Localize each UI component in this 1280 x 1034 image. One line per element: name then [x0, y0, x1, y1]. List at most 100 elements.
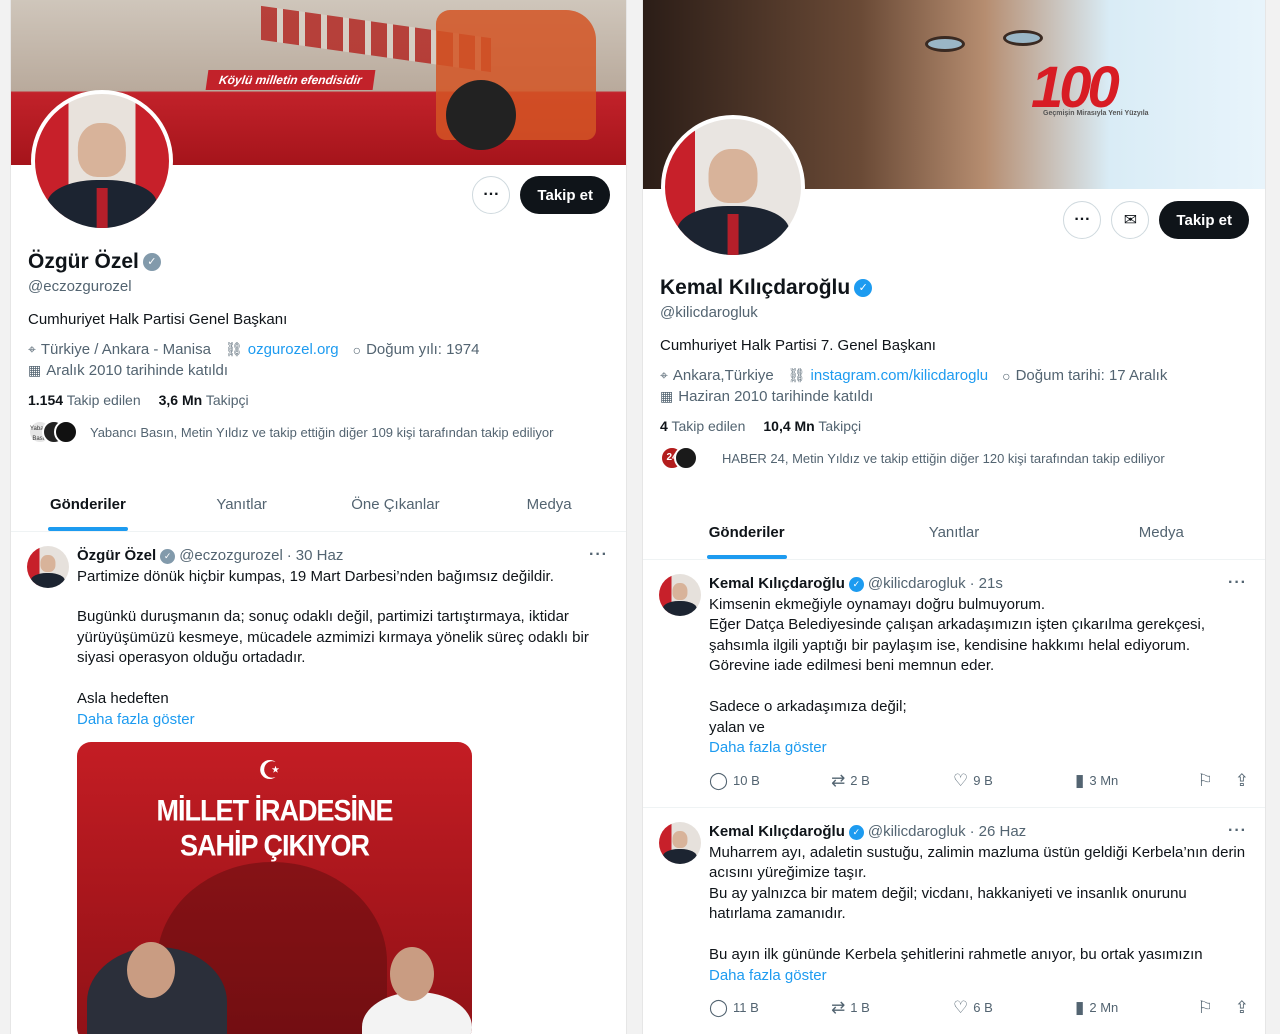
- banner-wheel-graphic: [446, 80, 516, 150]
- tweet-date[interactable]: 26 Haz: [979, 822, 1027, 843]
- tweet-author-name[interactable]: Kemal Kılıçdaroğlu: [709, 822, 845, 843]
- tweet-more-button[interactable]: ···: [1228, 574, 1247, 592]
- reply-button[interactable]: ◯ 10 B: [709, 771, 831, 792]
- tweet-author-handle[interactable]: @eczozgurozel: [179, 546, 283, 567]
- avatar-head: [672, 583, 688, 601]
- repost-count: 1 B: [850, 1000, 870, 1016]
- repost-button[interactable]: ⇄ 2 B: [831, 771, 953, 792]
- followed-by-text: Yabancı Basın, Metin Yıldız ve takip ett…: [90, 424, 554, 440]
- tab-replies[interactable]: Yanıtlar: [850, 508, 1057, 559]
- tab-highlights[interactable]: Öne Çıkanlar: [319, 480, 473, 531]
- profile-website-link[interactable]: ozgurozel.org: [248, 341, 339, 358]
- envelope-icon[interactable]: ✉: [1111, 201, 1150, 239]
- tab-media[interactable]: Medya: [472, 480, 626, 531]
- tweet-actions: ◯ 11 B ⇄ 1 B ♡ 6 B ▮ 2 Mn ⚐ ⇪: [709, 998, 1249, 1019]
- tweet-date[interactable]: 21s: [979, 574, 1003, 595]
- followers-count: 10,4 Mn: [763, 418, 815, 434]
- profile-avatar[interactable]: [31, 90, 173, 232]
- tweet-line: [77, 669, 610, 689]
- show-more-link[interactable]: Daha fazla göster: [709, 738, 1249, 759]
- tweet-author-handle[interactable]: @kilicdarogluk: [868, 574, 966, 595]
- tweet-line: Sadece o arkadaşımıza değil;: [709, 697, 907, 715]
- avatar-suit: [662, 848, 698, 864]
- balloon-icon: ○: [352, 341, 362, 358]
- tweet-avatar[interactable]: [27, 546, 69, 588]
- show-more-link[interactable]: Daha fazla göster: [77, 710, 610, 731]
- tweet-date[interactable]: 30 Haz: [296, 546, 344, 567]
- followed-by-row[interactable]: Yabancı Basın Yabancı Basın, Metin Yıldı…: [28, 420, 610, 444]
- balloon-icon: ○: [1002, 367, 1011, 384]
- avatar-tie: [727, 214, 739, 255]
- tweet-author-name[interactable]: Özgür Özel: [77, 546, 156, 567]
- tab-replies[interactable]: Yanıtlar: [165, 480, 319, 531]
- tweet-avatar[interactable]: [659, 574, 701, 616]
- crescent-star-icon: ☪: [258, 755, 282, 786]
- profile-birth: Doğum yılı: 1974: [366, 341, 480, 358]
- profile-birth: Doğum tarihi: 17 Aralık: [1015, 367, 1168, 384]
- tab-media[interactable]: Medya: [1058, 508, 1265, 559]
- profile-panel-kilicdaroglu: 100 Geçmişin Mirasıyla Yeni Yüzyıla ··· …: [642, 0, 1266, 1034]
- follow-button[interactable]: Takip et: [520, 176, 610, 214]
- image-person-left-head: [127, 942, 175, 999]
- profile-stats: 1.154 Takip edilen 3,6 Mn Takipçi: [28, 392, 610, 408]
- reply-icon: ◯: [709, 770, 729, 790]
- more-options-button[interactable]: ···: [1063, 201, 1102, 239]
- followers-link[interactable]: 3,6 Mn Takipçi: [159, 392, 249, 408]
- views-button[interactable]: ▮ 3 Mn: [1075, 771, 1197, 792]
- verified-badge-icon[interactable]: ✓: [854, 279, 873, 297]
- like-count: 9 B: [973, 772, 993, 788]
- share-icon[interactable]: ⇪: [1235, 771, 1249, 792]
- profile-avatar[interactable]: [661, 115, 805, 259]
- like-button[interactable]: ♡ 6 B: [953, 998, 1075, 1019]
- link-icon: ⛓: [787, 367, 806, 383]
- tweet[interactable]: ··· Özgür Özel ✓ @eczozgurozel · 30 Haz …: [11, 546, 626, 1034]
- show-more-link[interactable]: Daha fazla göster: [709, 966, 1249, 987]
- avatar-head: [672, 831, 688, 849]
- repost-icon: ⇄: [831, 998, 846, 1018]
- tweet-image[interactable]: ☪ MİLLET İRADESİNE SAHİP ÇIKIYOR: [77, 742, 472, 1034]
- calendar-icon: ▦: [28, 362, 42, 378]
- followers-link[interactable]: 10,4 Mn Takipçi: [763, 418, 861, 434]
- bookmark-icon[interactable]: ⚐: [1198, 771, 1213, 792]
- tweet-separator: ·: [969, 575, 975, 592]
- profile-actions: ··· ✉ Takip et: [1063, 201, 1249, 239]
- tweet-author-name[interactable]: Kemal Kılıçdaroğlu: [709, 574, 845, 595]
- avatar-head: [40, 555, 56, 573]
- tweet-avatar[interactable]: [659, 822, 701, 864]
- bookmark-icon[interactable]: ⚐: [1198, 998, 1213, 1019]
- tweet-more-button[interactable]: ···: [589, 546, 608, 564]
- views-button[interactable]: ▮ 2 Mn: [1075, 998, 1197, 1019]
- following-link[interactable]: 4 Takip edilen: [660, 418, 745, 434]
- tab-posts[interactable]: Gönderiler: [643, 508, 850, 559]
- more-options-button[interactable]: ···: [472, 176, 511, 214]
- tweet-author-handle[interactable]: @kilicdarogluk: [868, 822, 966, 843]
- reply-button[interactable]: ◯ 11 B: [709, 998, 831, 1019]
- views-count: 2 Mn: [1089, 1000, 1119, 1016]
- tweet-line: Bu ay yalnızca bir matem değil; vicdanı,…: [709, 884, 1187, 923]
- profile-bio: Cumhuriyet Halk Partisi 7. Genel Başkanı: [660, 337, 936, 354]
- follow-button[interactable]: Takip et: [1159, 201, 1249, 239]
- tweet-text: Kimsenin ekmeğiyle oynamayı doğru bulmuy…: [709, 595, 1249, 759]
- reply-icon: ◯: [709, 998, 729, 1018]
- followed-by-row[interactable]: 24 HABER 24, Metin Yıldız ve takip ettiğ…: [660, 446, 1249, 470]
- repost-button[interactable]: ⇄ 1 B: [831, 998, 953, 1019]
- profile-website-link[interactable]: instagram.com/kilicdaroglu: [811, 367, 989, 384]
- views-icon: ▮: [1075, 770, 1085, 790]
- tweet[interactable]: ··· Kemal Kılıçdaroğlu ✓ @kilicdarogluk …: [643, 574, 1265, 791]
- tweet-line: Eğer Datça Belediyesinde çalışan arkadaş…: [709, 616, 1206, 675]
- tab-posts[interactable]: Gönderiler: [11, 480, 165, 531]
- tweet-more-button[interactable]: ···: [1228, 822, 1247, 840]
- share-icon[interactable]: ⇪: [1235, 998, 1249, 1019]
- banner-slogan: Köylü milletin efendisidir: [205, 70, 376, 90]
- like-button[interactable]: ♡ 9 B: [953, 771, 1075, 792]
- tweet[interactable]: ··· Kemal Kılıçdaroğlu ✓ @kilicdarogluk …: [643, 822, 1265, 1019]
- tweet-header: Özgür Özel ✓ @eczozgurozel · 30 Haz: [77, 546, 610, 567]
- tweet-text: Muharrem ayı, adaletin sustuğu, zalimin …: [709, 843, 1249, 987]
- verified-badge-icon: ✓: [160, 548, 176, 564]
- tweet-line: [709, 925, 1249, 945]
- reply-count: 11 B: [733, 1000, 759, 1016]
- following-link[interactable]: 1.154 Takip edilen: [28, 392, 141, 408]
- followers-label: Takipçi: [818, 418, 862, 434]
- verified-badge-icon[interactable]: ✓: [142, 253, 161, 271]
- tweet-body: Kemal Kılıçdaroğlu ✓ @kilicdarogluk · 21…: [709, 574, 1249, 791]
